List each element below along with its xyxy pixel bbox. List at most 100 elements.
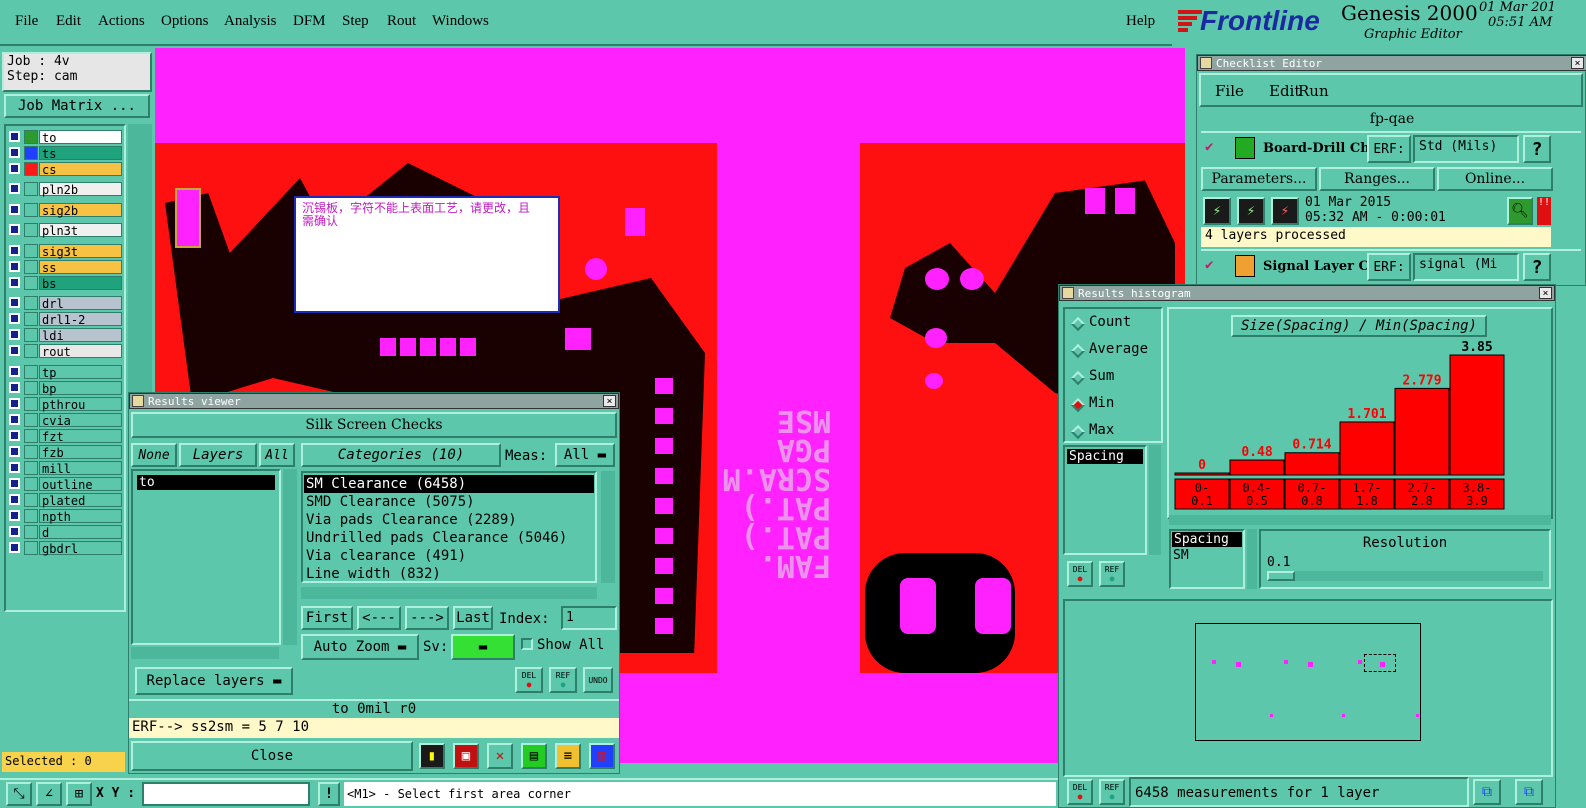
xy-input[interactable] xyxy=(142,782,310,806)
checklist-row-signal-layer[interactable]: ✔ Signal Layer Ch ERF: signal (Mi ? xyxy=(1201,249,1581,283)
zoom-area-icon[interactable]: ⤡ xyxy=(6,782,32,806)
layer-row-plated[interactable]: plated xyxy=(8,493,122,508)
layer-row-cvia[interactable]: cvia xyxy=(8,413,122,428)
spacing-item[interactable]: Spacing xyxy=(1172,532,1242,547)
layer-color-swatch[interactable] xyxy=(24,381,38,395)
layer-color-swatch[interactable] xyxy=(24,344,38,358)
erf-button[interactable]: ERF: xyxy=(1367,135,1411,163)
layer-checkbox[interactable] xyxy=(9,494,20,505)
cl-menu-edit[interactable]: Edit xyxy=(1269,82,1300,100)
menu-dfm[interactable]: DFM xyxy=(293,13,326,30)
checklist-row-board-drill[interactable]: ✔ Board-Drill Che ERF: Std (Mils) ? xyxy=(1201,131,1581,171)
layer-row-ldi[interactable]: ldi xyxy=(8,328,122,343)
index-input[interactable]: 1 xyxy=(561,606,617,630)
none-button[interactable]: None xyxy=(131,443,177,467)
ref-button[interactable]: REF ● xyxy=(549,667,577,693)
layer-row-pthrou[interactable]: pthrou xyxy=(8,397,122,412)
layer-color-swatch[interactable] xyxy=(24,525,38,539)
layer-row-ts[interactable]: ts xyxy=(8,146,122,161)
spacing-listbox[interactable]: Spacing SM xyxy=(1169,529,1245,589)
ref-button[interactable]: REF ● xyxy=(1099,779,1125,805)
layer-checkbox[interactable] xyxy=(9,163,20,174)
results-viewer-titlebar[interactable]: Results viewer × xyxy=(129,393,619,409)
first-button[interactable]: First xyxy=(301,606,353,630)
layer-color-swatch[interactable] xyxy=(24,477,38,491)
grid-icon[interactable]: ⊞ xyxy=(66,782,92,806)
layer-color-swatch[interactable] xyxy=(24,146,38,160)
layer-checkbox[interactable] xyxy=(9,204,20,215)
layer-checkbox[interactable] xyxy=(9,345,20,356)
layer-checkbox[interactable] xyxy=(9,510,20,521)
layer-row-bs[interactable]: bs xyxy=(8,276,122,291)
measure-item[interactable]: Spacing xyxy=(1067,449,1143,464)
layer-color-swatch[interactable] xyxy=(24,445,38,459)
checked-icon[interactable]: ✔ xyxy=(1205,139,1213,155)
layers-scrollbar[interactable] xyxy=(283,469,297,645)
layer-color-swatch[interactable] xyxy=(24,223,38,237)
ref-button[interactable]: REF ● xyxy=(1099,561,1125,587)
layer-row-mill[interactable]: mill xyxy=(8,461,122,476)
categories-scrollbar[interactable] xyxy=(601,471,615,583)
layer-color-swatch[interactable] xyxy=(24,413,38,427)
layer-checkbox[interactable] xyxy=(9,398,20,409)
histogram-icon[interactable]: ▥ xyxy=(589,743,615,769)
category-item[interactable]: Undrilled pads Clearance (5046) xyxy=(304,529,594,547)
layer-checkbox[interactable] xyxy=(9,414,20,425)
categories-button[interactable]: Categories (10) xyxy=(301,443,501,467)
measure-icon[interactable]: ∠ xyxy=(36,782,62,806)
layer-row-gbdrl[interactable]: gbdrl xyxy=(8,541,122,556)
help-button[interactable]: ? xyxy=(1523,135,1551,163)
layer-checkbox[interactable] xyxy=(9,446,20,457)
layer-color-swatch[interactable] xyxy=(24,328,38,342)
layer-color-swatch[interactable] xyxy=(24,429,38,443)
layer-color-swatch[interactable] xyxy=(24,260,38,274)
resolution-slider[interactable] xyxy=(1267,571,1543,581)
auto-zoom-dropdown[interactable]: Auto Zoom ▬ xyxy=(301,634,419,660)
job-matrix-button[interactable]: Job Matrix ... xyxy=(4,94,150,118)
layer-color-swatch[interactable] xyxy=(24,365,38,379)
menu-edit[interactable]: Edit xyxy=(56,13,81,30)
del-button[interactable]: DEL ● xyxy=(1067,561,1093,587)
layer-checkbox[interactable] xyxy=(9,462,20,473)
layer-checkbox[interactable] xyxy=(9,297,20,308)
histogram-titlebar[interactable]: Results histogram × xyxy=(1059,285,1555,301)
layer-list-item-to[interactable]: to xyxy=(137,475,275,490)
run-all-icon[interactable]: ⚡ xyxy=(1237,197,1265,225)
window-menu-icon[interactable] xyxy=(132,395,144,407)
layer-row-outline[interactable]: outline xyxy=(8,477,122,492)
layer-color-swatch[interactable] xyxy=(24,162,38,176)
layer-checkbox[interactable] xyxy=(9,382,20,393)
run-icon[interactable]: ⚡ xyxy=(1203,197,1231,225)
histogram-bar[interactable] xyxy=(1174,472,1230,476)
checked-icon[interactable]: ✔ xyxy=(1205,257,1213,273)
layer-color-swatch[interactable] xyxy=(24,509,38,523)
category-item[interactable]: Via pads Clearance (2289) xyxy=(304,511,594,529)
export-icon[interactable]: ▣ xyxy=(453,743,479,769)
layer-row-sig3t[interactable]: sig3t xyxy=(8,244,122,259)
category-item[interactable]: Line width (832) xyxy=(304,565,594,583)
menu-actions[interactable]: Actions xyxy=(98,13,145,30)
layer-checkbox[interactable] xyxy=(9,131,20,142)
categories-listbox[interactable]: SM Clearance (6458) SMD Clearance (5075)… xyxy=(301,471,597,583)
spacing-item[interactable]: SM xyxy=(1171,548,1243,563)
category-item[interactable]: Via clearance (491) xyxy=(304,547,594,565)
histogram-bar[interactable] xyxy=(1339,421,1395,476)
report-icon[interactable]: ▮ xyxy=(419,743,445,769)
del-button[interactable]: DEL ● xyxy=(515,667,543,693)
sv-color-dropdown[interactable]: ▬ xyxy=(451,634,515,660)
delete-results-icon[interactable]: ✕ xyxy=(487,743,513,769)
layer-color-swatch[interactable] xyxy=(24,203,38,217)
close-icon[interactable]: × xyxy=(603,395,616,407)
stop-icon[interactable]: ⚡ xyxy=(1271,197,1299,225)
layer-row-cs[interactable]: cs xyxy=(8,162,122,177)
all-button[interactable]: All xyxy=(259,443,295,467)
layer-checkbox[interactable] xyxy=(9,277,20,288)
menu-file[interactable]: File xyxy=(15,13,38,30)
layer-row-tp[interactable]: tp xyxy=(8,365,122,380)
resolution-slider-thumb[interactable] xyxy=(1267,571,1295,581)
spacing-scrollbar[interactable] xyxy=(1247,529,1257,589)
close-button[interactable]: Close xyxy=(131,741,413,771)
menu-help[interactable]: Help xyxy=(1126,13,1155,30)
measure-scrollbar[interactable] xyxy=(1149,445,1161,555)
zoom-result-icon[interactable]: ⧉ xyxy=(1473,779,1501,805)
